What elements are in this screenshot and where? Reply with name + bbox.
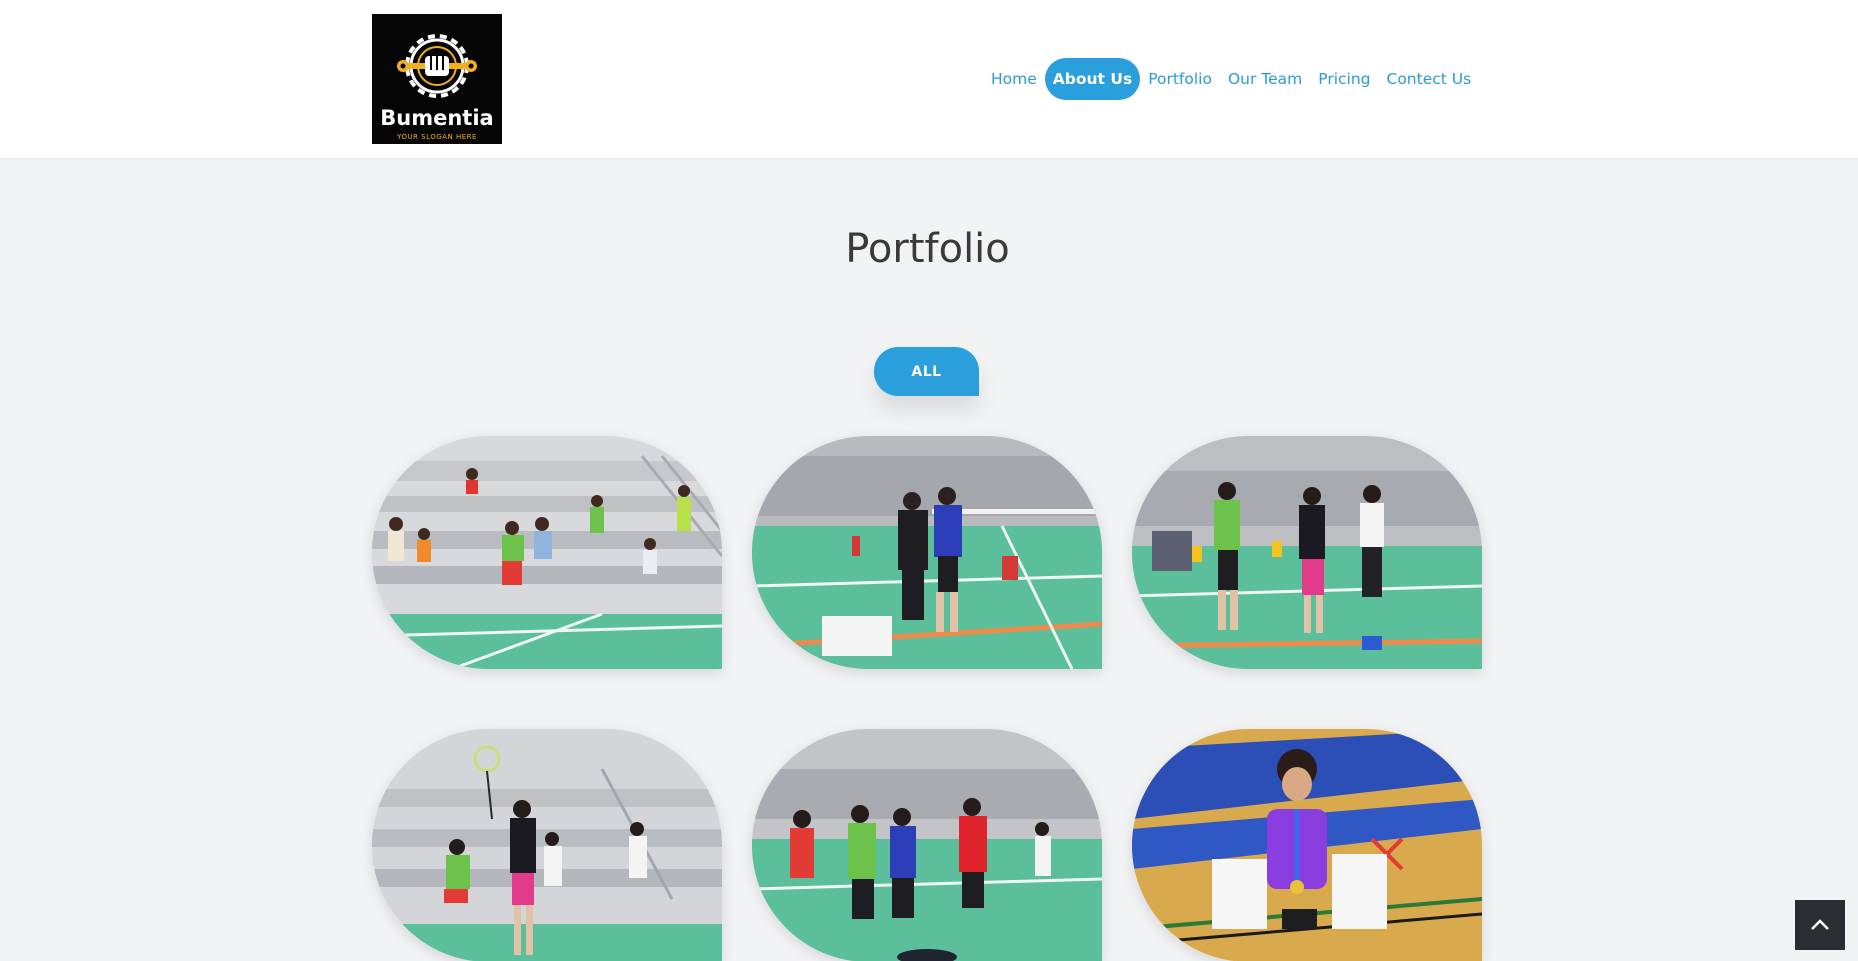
brand-slogan: YOUR SLOGAN HERE [397,133,477,141]
players-greeting-image [752,729,1102,961]
nav-portfolio[interactable]: Portfolio [1140,58,1220,100]
player-smash-image [372,729,722,961]
site-header: Bumentia YOUR SLOGAN HERE Home About Us … [0,0,1858,159]
filter-all-button[interactable]: ALL [874,347,979,396]
portfolio-item-handshake[interactable] [752,436,1102,669]
brand-name: Bumentia [380,106,494,130]
nav-home[interactable]: Home [983,58,1045,100]
portfolio-item-court[interactable] [1132,436,1482,669]
players-shaking-hands-image [752,436,1102,669]
portfolio-item-greeting[interactable] [752,729,1102,961]
main-nav: Home About Us Portfolio Our Team Pricing… [983,58,1479,100]
spectators-on-bleachers-image [372,436,722,669]
nav-contact-us[interactable]: Contect Us [1379,58,1480,100]
portfolio-title: Portfolio [845,226,1010,272]
nav-about-us[interactable]: About Us [1044,58,1141,100]
players-on-court-image [1132,436,1482,669]
portfolio-item-medal[interactable] [1132,729,1482,961]
brand-logo[interactable]: Bumentia YOUR SLOGAN HERE [372,14,502,144]
nav-our-team[interactable]: Our Team [1220,58,1310,100]
portfolio-item-smash[interactable] [372,729,722,961]
nav-pricing[interactable]: Pricing [1310,58,1378,100]
portfolio-item-spectators[interactable] [372,436,722,669]
chevron-up-icon [1811,919,1829,930]
girl-with-medal-image [1132,729,1482,961]
back-to-top-button[interactable] [1795,900,1845,950]
